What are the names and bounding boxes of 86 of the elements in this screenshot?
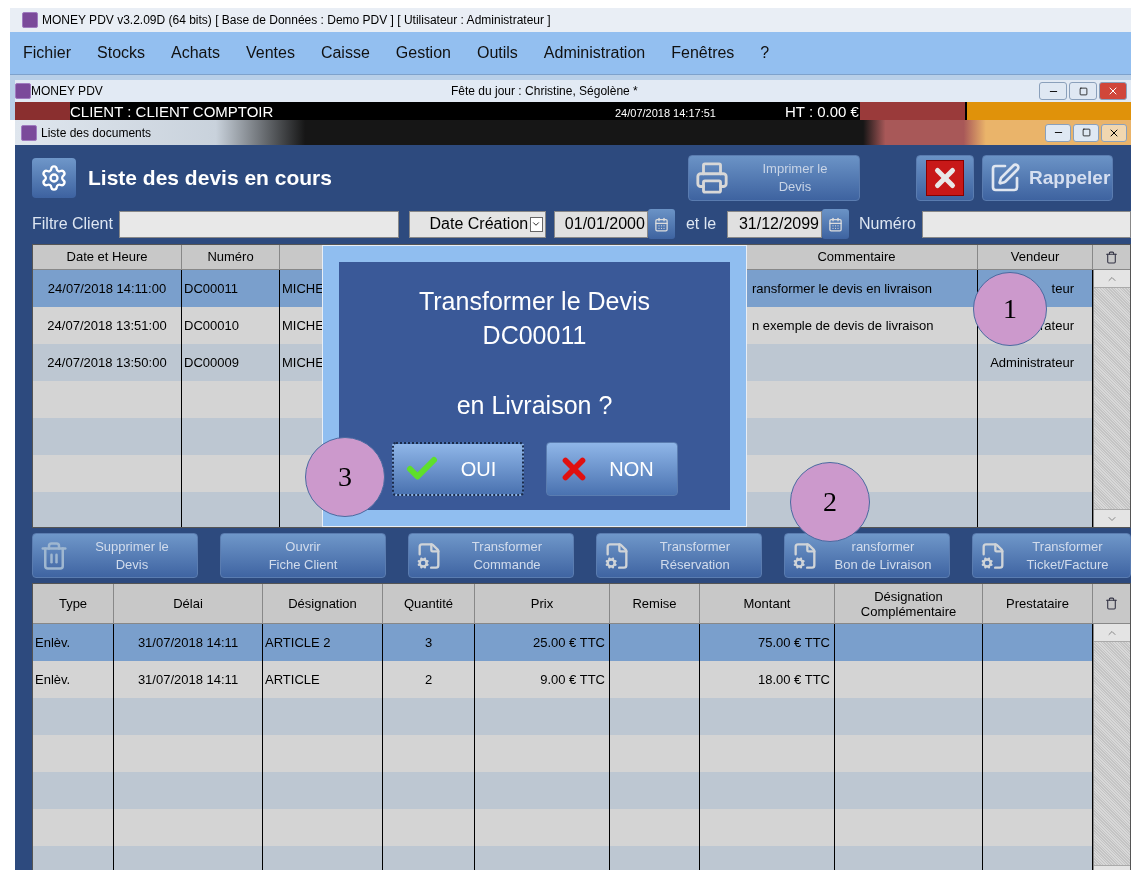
table-cell: 3 (383, 624, 475, 661)
close-icon (926, 160, 964, 196)
table-cell: DC00011 (182, 270, 280, 307)
gear-document-icon (979, 541, 1007, 570)
gear-document-icon (791, 541, 819, 570)
column-header[interactable]: Quantité (383, 584, 475, 624)
app-logo-icon (22, 12, 38, 28)
table-cell: ARTICLE (263, 661, 383, 698)
between-label: et le (684, 214, 718, 234)
window-title: MONEY PDV (31, 83, 104, 100)
page-heading: Liste des devis en cours (88, 165, 333, 192)
calendar-button[interactable] (647, 209, 675, 239)
delete-button[interactable]: Supprimer le Devis (32, 533, 198, 578)
date-type-dropdown[interactable]: Date Création (408, 210, 546, 238)
maximize-icon (1078, 86, 1088, 96)
table-cell: ARTICLE 2 (263, 624, 383, 661)
column-header[interactable]: Désignation (263, 584, 383, 624)
menu-item[interactable]: Stocks (84, 32, 159, 74)
cancel-button[interactable] (916, 155, 974, 201)
trash-icon (39, 540, 69, 571)
column-header[interactable]: Numéro (182, 245, 280, 270)
transform-button[interactable]: Transformer Ticket/Facture (972, 533, 1131, 578)
window-title: MONEY PDV v3.2.09D (64 bits) [ Base de Données : Demo PDV ] [ Utilisateur : Administrateur ] (42, 12, 551, 29)
app-logo-icon (15, 83, 31, 99)
gear-document-icon (603, 541, 631, 570)
table-cell: Administrateur (978, 344, 1093, 381)
trash-icon[interactable] (1105, 250, 1118, 264)
menu-item[interactable]: Caisse (307, 32, 383, 74)
table-cell: 24/07/2018 13:50:00 (33, 344, 182, 381)
calendar-icon (828, 216, 843, 232)
maximize-button[interactable] (1069, 82, 1097, 100)
calendar-icon (653, 216, 669, 232)
menu-item[interactable]: Fenêtres (658, 32, 748, 74)
transform-button[interactable]: Transformer Réservation (596, 533, 762, 578)
date-to-field[interactable]: 31/12/2099 (727, 210, 822, 238)
datetime-text: 24/07/2018 14:17:51 (615, 106, 717, 120)
notice-text: Fête du jour : Christine, Ségolène * (451, 83, 639, 100)
menu-item[interactable]: Gestion (382, 32, 464, 74)
transform-button[interactable]: ransformer Bon de Livraison (784, 533, 950, 578)
column-header[interactable]: Délai (114, 584, 263, 624)
table-cell: DC00009 (182, 344, 280, 381)
edit-icon (989, 162, 1021, 194)
table-cell: 75.00 € TTC (700, 624, 835, 661)
menu-item[interactable]: ? (747, 32, 783, 74)
filter-label: Filtre Client (32, 214, 114, 234)
settings-icon (40, 164, 68, 192)
menu-item[interactable]: Achats (158, 32, 233, 74)
client-filter-field[interactable] (119, 210, 399, 238)
maximize-icon (1081, 128, 1091, 137)
close-icon (1107, 85, 1119, 97)
dropdown-icon (531, 219, 542, 229)
column-header[interactable]: Date et Heure (33, 245, 182, 270)
column-header[interactable]: Vendeur (978, 245, 1093, 270)
table-cell: 25.00 € TTC (475, 624, 610, 661)
column-header[interactable]: Désignation Complémentaire (835, 584, 983, 624)
calendar-button[interactable] (822, 209, 849, 239)
gear-document-icon (415, 541, 443, 570)
column-header[interactable]: Remise (610, 584, 700, 624)
number-field[interactable] (922, 210, 1131, 238)
client-text: CLIENT : CLIENT COMPTOIR (70, 104, 275, 120)
window-title: Liste des documents (41, 124, 153, 142)
column-header[interactable]: Montant (700, 584, 835, 624)
printer-icon (695, 161, 729, 195)
scrollbar[interactable] (1093, 624, 1130, 870)
total-text: HT : 0.00 € (785, 104, 860, 120)
table-cell: 24/07/2018 14:11:00 (33, 270, 182, 307)
column-header[interactable]: Prix (475, 584, 610, 624)
table-cell: Enlèv. (33, 661, 114, 698)
app-logo-icon (21, 124, 37, 141)
column-header[interactable]: Type (33, 584, 114, 624)
menu-item[interactable]: Administration (530, 32, 659, 74)
status-panel (15, 102, 70, 120)
date-from-field[interactable]: 01/01/2000 (553, 210, 648, 238)
table-cell: Enlèv. (33, 624, 114, 661)
column-header[interactable]: Prestataire (983, 584, 1093, 624)
settings-button[interactable] (32, 158, 76, 198)
close-button[interactable] (1101, 123, 1127, 142)
menu-item[interactable]: Outils (463, 32, 531, 74)
table-cell: 31/07/2018 14:11 (114, 624, 263, 661)
trash-icon[interactable] (1105, 597, 1118, 610)
menu-item[interactable]: Fichier (10, 32, 84, 74)
menu-item[interactable]: Ventes (232, 32, 308, 74)
number-label: Numéro (859, 214, 917, 234)
table-cell: DC00010 (182, 307, 280, 344)
open-customer-button[interactable]: Ouvrir Fiche Client (220, 533, 386, 578)
transform-button[interactable]: Transformer Commande (408, 533, 574, 578)
